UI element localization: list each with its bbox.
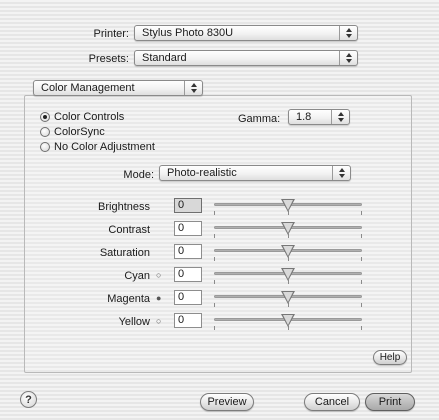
slider-thumb[interactable] [281, 291, 295, 304]
slider-thumb[interactable] [281, 245, 295, 258]
yellow-label: Yellow [118, 316, 150, 328]
cyan-slider[interactable] [214, 268, 362, 290]
magenta-slider[interactable] [214, 291, 362, 313]
presets-select[interactable]: Standard [134, 50, 358, 66]
radio-button [40, 142, 50, 152]
mode-select-value: Photo-realistic [167, 167, 237, 179]
brightness-slider[interactable] [214, 199, 362, 221]
yellow-input[interactable]: 0 [174, 313, 202, 328]
saturation-slider[interactable] [214, 245, 362, 267]
brightness-input[interactable]: 0 [174, 198, 202, 213]
panel-select[interactable]: Color Management [33, 80, 203, 96]
radio-label: Color Controls [54, 111, 125, 123]
help-icon[interactable]: ? [20, 391, 37, 408]
mode-select[interactable]: Photo-realistic [159, 165, 351, 181]
radio-colorsync[interactable]: ColorSync [40, 126, 105, 138]
printer-select[interactable]: Stylus Photo 830U [134, 25, 358, 41]
chevron-up-down-icon [332, 166, 350, 180]
chevron-up-down-icon [184, 81, 202, 95]
chevron-up-down-icon [331, 110, 349, 124]
slider-thumb[interactable] [281, 222, 295, 235]
radio-label: No Color Adjustment [54, 141, 155, 153]
radio-button [40, 112, 50, 122]
brightness-label: Brightness [98, 201, 150, 213]
radio-color-controls[interactable]: Color Controls [40, 111, 124, 123]
presets-label: Presets: [88, 53, 129, 65]
printer-select-value: Stylus Photo 830U [142, 27, 234, 39]
magenta-input[interactable]: 0 [174, 290, 202, 305]
cancel-button[interactable]: Cancel [304, 393, 360, 411]
magenta-swatch-icon: ● [156, 293, 162, 303]
printer-label: Printer: [93, 28, 129, 40]
yellow-swatch-icon: ○ [156, 316, 162, 326]
saturation-input[interactable]: 0 [174, 244, 202, 259]
chevron-up-down-icon [339, 51, 357, 65]
help-button[interactable]: Help [373, 350, 407, 365]
presets-select-value: Standard [142, 52, 187, 64]
gamma-select-value: 1.8 [296, 111, 312, 123]
cyan-swatch-icon: ○ [156, 270, 162, 280]
slider-thumb[interactable] [281, 268, 295, 281]
radio-button [40, 127, 50, 137]
chevron-up-down-icon [339, 26, 357, 40]
yellow-slider[interactable] [214, 314, 362, 336]
contrast-slider[interactable] [214, 222, 362, 244]
radio-label: ColorSync [54, 126, 105, 138]
contrast-label: Contrast [108, 224, 150, 236]
panel-select-value: Color Management [41, 82, 135, 94]
print-button[interactable]: Print [365, 393, 415, 411]
contrast-input[interactable]: 0 [174, 221, 202, 236]
preview-button[interactable]: Preview [200, 393, 254, 411]
gamma-select[interactable]: 1.8 [288, 109, 350, 125]
mode-label: Mode: [123, 169, 154, 181]
slider-thumb[interactable] [281, 199, 295, 212]
saturation-label: Saturation [99, 247, 150, 259]
magenta-label: Magenta [107, 293, 150, 305]
radio-no-color-adjustment[interactable]: No Color Adjustment [40, 141, 155, 153]
gamma-label: Gamma: [238, 113, 281, 125]
cyan-input[interactable]: 0 [174, 267, 202, 282]
slider-thumb[interactable] [281, 314, 295, 327]
cyan-label: Cyan [124, 270, 150, 282]
